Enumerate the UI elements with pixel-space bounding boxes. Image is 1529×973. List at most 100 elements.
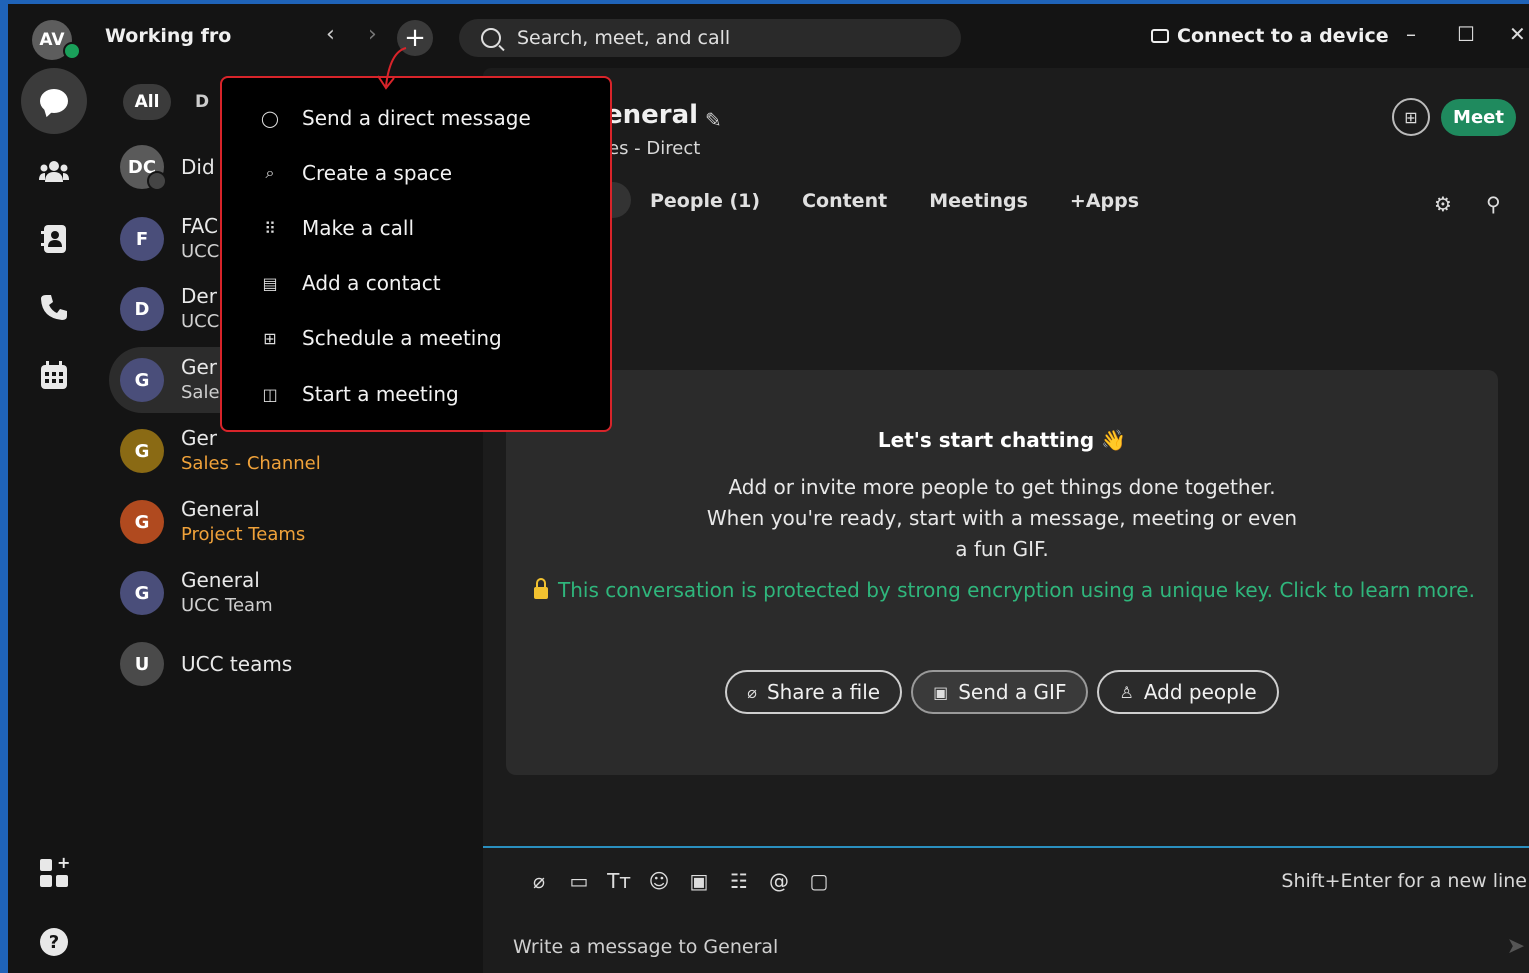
filter-direct-tab[interactable]: D xyxy=(195,92,209,112)
tab-people[interactable]: People (1) xyxy=(650,190,760,212)
card-heading: Let's start chatting 👋 xyxy=(877,428,1127,452)
person-icon: ♙ xyxy=(1119,682,1134,702)
tab-content[interactable]: Content xyxy=(802,190,887,212)
phone-icon xyxy=(41,295,67,320)
conversation-title: General xyxy=(181,568,260,592)
menu-item-label: Start a meeting xyxy=(302,382,459,406)
schedule-meeting-button[interactable]: ⊞ xyxy=(1392,98,1430,136)
avatar: G xyxy=(120,500,164,544)
share-file-button[interactable]: ⌀ Share a file xyxy=(725,670,903,714)
space-panel: eneral ✎ es - Direct ⊞ Meet People (1) C… xyxy=(483,68,1529,973)
send-icon[interactable]: ➤ xyxy=(1507,934,1525,959)
title-bar: AV Working fro ‹ › + Connect to a device… xyxy=(8,4,1529,68)
format-text-icon[interactable]: Tт xyxy=(606,868,632,894)
chat-bubble-icon: ◯ xyxy=(261,108,279,128)
clock-status-icon xyxy=(147,171,167,191)
menu-item-add-contact[interactable]: ▤ Add a contact xyxy=(260,271,441,295)
status-text[interactable]: Working fro xyxy=(105,25,231,47)
rail-calling[interactable] xyxy=(21,274,87,340)
encryption-link[interactable]: This conversation is protected by strong… xyxy=(534,578,1475,602)
menu-item-label: Send a direct message xyxy=(302,106,531,130)
menu-item-create-space[interactable]: ⌕ Create a space xyxy=(260,161,453,185)
space-tabs: People (1) Content Meetings +Apps xyxy=(650,190,1139,212)
send-gif-label: Send a GIF xyxy=(958,680,1067,704)
avatar: D xyxy=(120,287,164,331)
teams-icon xyxy=(39,161,69,182)
emoji-icon[interactable]: ☺ xyxy=(646,868,672,894)
card-line: Add or invite more people to get things … xyxy=(728,475,1276,499)
rail-help[interactable]: ? xyxy=(21,909,87,973)
filter-all-tab[interactable]: All xyxy=(123,84,171,120)
message-input[interactable] xyxy=(511,928,1475,966)
avatar: U xyxy=(120,642,164,686)
create-space-icon: ⌕ xyxy=(265,163,275,182)
maximize-button[interactable]: ☐ xyxy=(1457,22,1475,46)
cast-icon xyxy=(1151,29,1169,43)
tab-meetings[interactable]: Meetings xyxy=(929,190,1028,212)
contact-card-icon[interactable]: ▢ xyxy=(806,868,832,894)
conversation-subtitle: Sale xyxy=(181,382,220,403)
avatar: G xyxy=(120,571,164,615)
list-item[interactable]: G General Project Teams xyxy=(109,489,479,555)
avatar: G xyxy=(120,358,164,402)
rail-teams[interactable] xyxy=(21,138,87,204)
gif-icon: ▣ xyxy=(933,682,949,702)
add-people-button[interactable]: ♙ Add people xyxy=(1097,670,1279,714)
menu-item-direct-message[interactable]: ◯ Send a direct message xyxy=(260,106,531,130)
menu-item-label: Create a space xyxy=(302,161,453,185)
sticker-icon[interactable]: ☷ xyxy=(726,868,752,894)
composer-divider xyxy=(483,846,1529,848)
screenshot-icon[interactable]: ▭ xyxy=(566,868,592,894)
conversation-subtitle: Project Teams xyxy=(181,524,306,545)
conversation-title: Ger xyxy=(181,355,218,379)
search-space-icon[interactable]: ⚲ xyxy=(1486,192,1501,216)
connect-device-button[interactable]: Connect to a device xyxy=(1151,25,1389,47)
help-icon: ? xyxy=(40,928,68,956)
calendar-icon xyxy=(41,361,67,389)
card-body: Add or invite more people to get things … xyxy=(506,472,1498,565)
space-title: eneral xyxy=(605,100,699,130)
meet-button[interactable]: Meet xyxy=(1441,99,1516,136)
rail-messaging[interactable] xyxy=(21,68,87,134)
calendar-add-icon: ⊞ xyxy=(263,328,277,348)
pencil-edit-icon[interactable]: ✎ xyxy=(705,108,722,132)
menu-item-label: Add a contact xyxy=(302,271,441,295)
webex-app-window: AV Working fro ‹ › + Connect to a device… xyxy=(8,4,1529,973)
search-input[interactable] xyxy=(515,26,939,50)
space-settings-icon[interactable]: ⚙ xyxy=(1434,192,1452,216)
conversation-title: Did xyxy=(181,155,215,179)
card-line: When you're ready, start with a message,… xyxy=(706,506,1298,530)
mention-icon[interactable]: @ xyxy=(766,868,792,894)
conversation-subtitle: UCC Team xyxy=(181,595,273,616)
conversation-title: General xyxy=(181,497,260,521)
menu-item-schedule-meeting[interactable]: ⊞ Schedule a meeting xyxy=(260,326,502,350)
list-item[interactable]: G General UCC Team xyxy=(109,560,479,626)
minimize-button[interactable]: – xyxy=(1406,22,1416,46)
conversation-title: UCC teams xyxy=(181,652,293,676)
presence-indicator xyxy=(63,42,81,60)
video-icon: ◫ xyxy=(262,384,278,404)
composer-toolbar: ⌀ ▭ Tт ☺ ▣ ☷ @ ▢ xyxy=(526,868,832,894)
contact-card-icon: ▤ xyxy=(262,273,278,293)
rail-meetings[interactable] xyxy=(21,342,87,408)
attach-icon[interactable]: ⌀ xyxy=(526,868,552,894)
send-gif-button[interactable]: ▣ Send a GIF xyxy=(911,670,1089,714)
menu-item-label: Schedule a meeting xyxy=(302,326,502,350)
contacts-icon xyxy=(41,225,66,253)
search-bar[interactable] xyxy=(459,19,961,57)
list-item[interactable]: U UCC teams xyxy=(109,631,479,697)
close-button[interactable]: ✕ xyxy=(1509,22,1526,46)
avatar: F xyxy=(120,217,164,261)
menu-item-make-call[interactable]: ⠿ Make a call xyxy=(260,216,414,240)
composer-hint: Shift+Enter for a new line xyxy=(1281,870,1527,892)
rail-apps[interactable]: + xyxy=(21,840,87,906)
tab-apps[interactable]: +Apps xyxy=(1070,190,1139,212)
back-arrow-icon[interactable]: ‹ xyxy=(326,22,335,47)
menu-item-start-meeting[interactable]: ◫ Start a meeting xyxy=(260,382,459,406)
gif-icon[interactable]: ▣ xyxy=(686,868,712,894)
paperclip-icon: ⌀ xyxy=(747,682,757,702)
rail-contacts[interactable] xyxy=(21,206,87,272)
annotation-arrow xyxy=(377,47,407,90)
conversation-title: Der xyxy=(181,284,217,308)
forward-arrow-icon[interactable]: › xyxy=(368,22,377,47)
